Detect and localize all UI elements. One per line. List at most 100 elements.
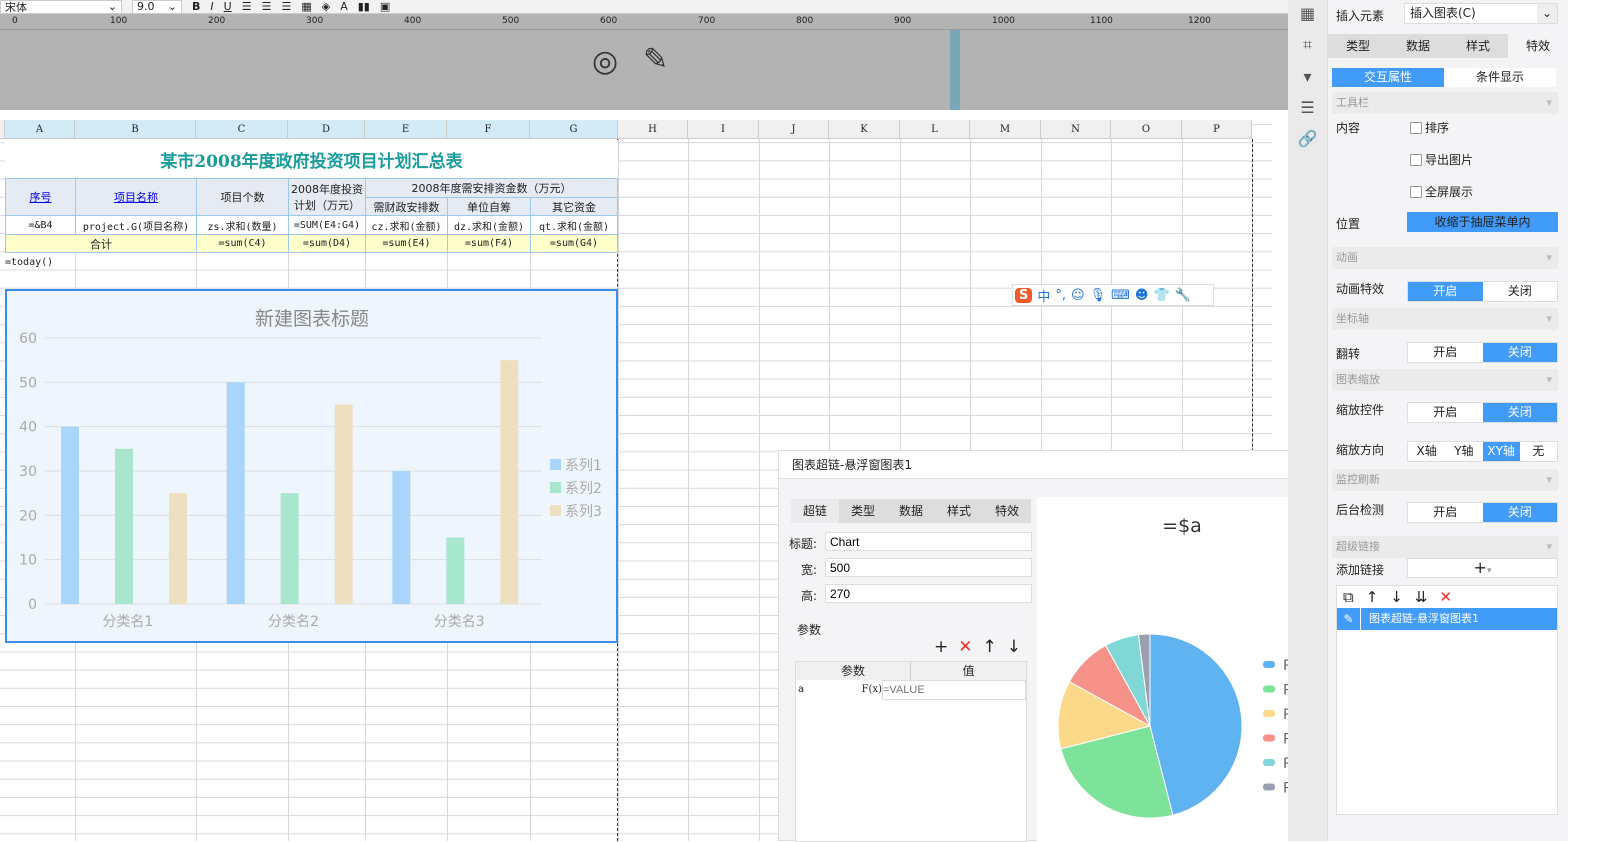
checkbox-option[interactable]: 导出图片	[1410, 151, 1473, 168]
column-header-E[interactable]: E	[365, 120, 447, 139]
arrow-up-icon[interactable]: ↑	[983, 637, 997, 657]
total-formula-cell[interactable]: =sum(F4)	[447, 234, 531, 253]
underline-button[interactable]: U	[224, 0, 232, 13]
off-option[interactable]: 关闭	[1482, 403, 1557, 422]
panel-tab[interactable]: 样式	[1448, 34, 1508, 58]
param-value-input[interactable]	[882, 680, 1026, 700]
today-cell[interactable]: =today()	[5, 252, 76, 272]
align-left-icon[interactable]: ☰	[242, 0, 252, 13]
dialog-tab[interactable]: 超链	[791, 499, 839, 523]
column-header-M[interactable]: M	[970, 120, 1041, 139]
header-seq[interactable]: 序号	[5, 178, 76, 216]
align-center-icon[interactable]: ☰	[262, 0, 272, 13]
position-select[interactable]: 收缩于抽屉菜单内	[1407, 212, 1558, 232]
checkbox-option[interactable]: 排序	[1410, 119, 1449, 136]
column-header-K[interactable]: K	[829, 120, 900, 139]
font-select[interactable]: 宋体 ⌄	[0, 0, 122, 14]
zoom-control-toggle[interactable]: 开启 关闭	[1407, 402, 1558, 423]
panel-tab[interactable]: 类型	[1328, 34, 1388, 58]
section-hyperlink[interactable]: 超级链接	[1332, 536, 1558, 558]
fill-color-icon[interactable]: ◈	[322, 0, 330, 13]
subtab-conditional[interactable]: 条件显示	[1444, 68, 1556, 87]
total-formula-cell[interactable]: =sum(D4)	[288, 234, 366, 253]
font-color-icon[interactable]: A	[340, 0, 348, 13]
formula-cell[interactable]: =SUM(E4:G4)	[288, 215, 366, 235]
zoom-direction-toggle[interactable]: X轴 Y轴 XY轴无	[1407, 441, 1558, 462]
legend-label[interactable]: 系列3	[565, 504, 602, 520]
bar-系列2-分类名1[interactable]	[115, 448, 133, 604]
none-option[interactable]: 无	[1520, 442, 1557, 461]
section-monitor[interactable]: 监控刷新	[1332, 469, 1558, 491]
emoji-icon[interactable]: ☺	[1071, 288, 1085, 303]
link-icon[interactable]: 🔗	[1298, 129, 1318, 148]
link-item[interactable]: ✎ 图表超链-悬浮窗图表1	[1337, 608, 1557, 630]
column-header-F[interactable]: F	[447, 120, 530, 139]
eye-off-icon[interactable]: ◎	[592, 44, 618, 79]
border-frame-icon[interactable]: ⌗	[1303, 35, 1312, 55]
align-right-icon[interactable]: ☰	[281, 0, 291, 13]
keyboard-icon[interactable]: ⌨	[1111, 288, 1130, 303]
widget-icon[interactable]: ▾	[1303, 67, 1311, 86]
panel-tab[interactable]: 特效	[1508, 34, 1568, 58]
pencil-icon[interactable]: ✎	[1337, 608, 1361, 630]
layout-icon[interactable]: ☰	[1300, 98, 1314, 117]
delete-icon[interactable]: ✕	[958, 637, 972, 657]
section-axis[interactable]: 坐标轴	[1332, 308, 1558, 330]
subtab-interaction[interactable]: 交互属性	[1332, 68, 1444, 87]
header-self[interactable]: 单位自筹	[447, 197, 531, 216]
background-check-toggle[interactable]: 开启 关闭	[1407, 502, 1558, 523]
column-header-L[interactable]: L	[900, 120, 970, 139]
flip-toggle[interactable]: 开启 关闭	[1407, 342, 1558, 363]
mic-icon[interactable]: 🎙	[1090, 288, 1107, 303]
title-input[interactable]	[825, 532, 1032, 551]
bar-系列2-分类名3[interactable]	[446, 537, 465, 605]
column-header-B[interactable]: B	[75, 120, 196, 139]
bar-系列1-分类名3[interactable]	[392, 471, 411, 604]
total-formula-cell[interactable]: =sum(E4)	[365, 234, 448, 253]
add-icon[interactable]: +	[934, 637, 948, 657]
header-finance[interactable]: 需财政安排数	[365, 197, 448, 216]
formula-cell[interactable]: qt.求和(金额)	[530, 215, 618, 235]
bar-系列1-分类名1[interactable]	[61, 426, 79, 604]
total-label[interactable]: 合计	[5, 234, 197, 253]
y-axis-option[interactable]: Y轴	[1445, 442, 1482, 461]
ime-mode[interactable]: 中	[1037, 286, 1050, 305]
bar-系列3-分类名2[interactable]	[334, 404, 353, 605]
arrow-down-icon[interactable]: ↓	[1390, 588, 1403, 606]
bar-系列3-分类名3[interactable]	[500, 360, 519, 604]
column-header-D[interactable]: D	[288, 120, 365, 139]
on-option[interactable]: 开启	[1408, 403, 1483, 422]
border-icon[interactable]: ▦	[301, 0, 311, 13]
header-name[interactable]: 项目名称	[75, 178, 197, 216]
delete-icon[interactable]: ✕	[1439, 588, 1452, 606]
formula-cell[interactable]: dz.求和(金额)	[447, 215, 531, 235]
xy-axis-option[interactable]: XY轴	[1482, 442, 1520, 461]
total-formula-cell[interactable]: =sum(C4)	[196, 234, 289, 253]
panel-tab[interactable]: 数据	[1388, 34, 1448, 58]
dialog-tab[interactable]: 样式	[935, 499, 983, 523]
column-header-J[interactable]: J	[759, 120, 829, 139]
formula-cell[interactable]: zs.求和(数量)	[196, 215, 289, 235]
animation-toggle[interactable]: 开启 关闭	[1407, 281, 1558, 302]
bold-button[interactable]: B	[192, 0, 200, 13]
arrow-down-icon[interactable]: ↓	[1007, 637, 1021, 657]
checkbox[interactable]	[1410, 153, 1422, 166]
formula-icon[interactable]: F(x)	[862, 680, 882, 700]
bar-系列2-分类名2[interactable]	[280, 493, 299, 604]
formula-cell[interactable]: cz.求和(金额)	[365, 215, 448, 235]
column-header-G[interactable]: G	[530, 120, 618, 139]
font-size-select[interactable]: 9.0 ⌄	[132, 0, 182, 14]
punctuation-icon[interactable]: °,	[1055, 288, 1066, 303]
arrow-up-icon[interactable]: ↑	[1366, 588, 1379, 606]
image-icon[interactable]: ▣	[380, 0, 390, 13]
on-option[interactable]: 开启	[1408, 282, 1483, 301]
checkbox[interactable]	[1410, 185, 1422, 198]
checkbox[interactable]	[1410, 121, 1422, 134]
on-option[interactable]: 开启	[1408, 343, 1483, 362]
insert-element-select[interactable]: 插入图表(C) ⌄	[1404, 3, 1558, 24]
bar-chart[interactable]: 新建图表标题 0 10 20 30 40 50 60 分类名1 分类名2 分类名3 系列1 系列2 系列3	[5, 289, 618, 643]
wrench-icon[interactable]: 🔧	[1175, 288, 1191, 303]
column-header-A[interactable]: A	[5, 120, 75, 139]
section-animation[interactable]: 动画	[1332, 247, 1558, 269]
off-option[interactable]: 关闭	[1482, 503, 1557, 522]
